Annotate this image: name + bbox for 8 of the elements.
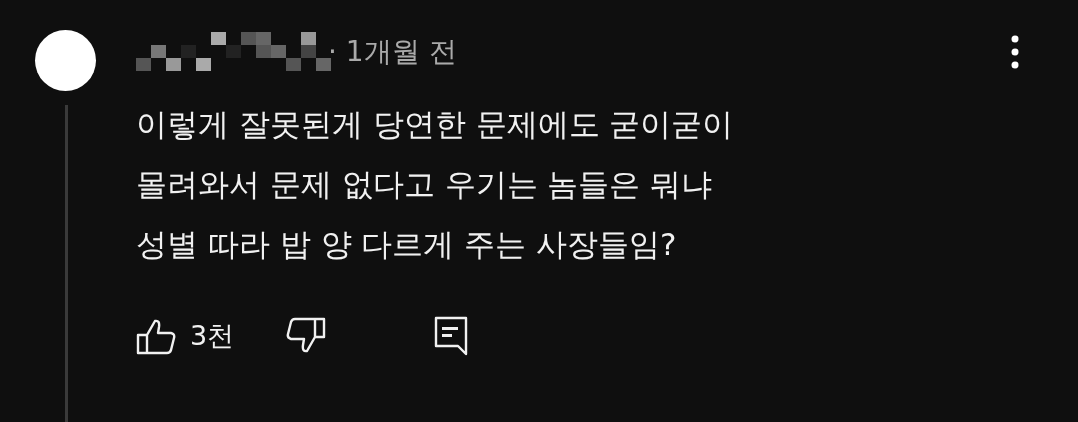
comment-text-line: 몰려와서 문제 없다고 우기는 놈들은 뭐냐 [136, 165, 714, 204]
avatar[interactable] [35, 30, 96, 91]
comment-time: · 1개월 전 [328, 34, 457, 70]
reply-icon[interactable] [434, 316, 469, 356]
like-count: 3천 [190, 319, 235, 353]
comment-text-line: 이렇게 잘못된게 당연한 문제에도 굳이굳이 [136, 105, 735, 144]
comment-text-line: 성별 따라 밥 양 다르게 주는 사장들임? [136, 225, 678, 264]
more-options-icon[interactable] [1010, 34, 1020, 70]
